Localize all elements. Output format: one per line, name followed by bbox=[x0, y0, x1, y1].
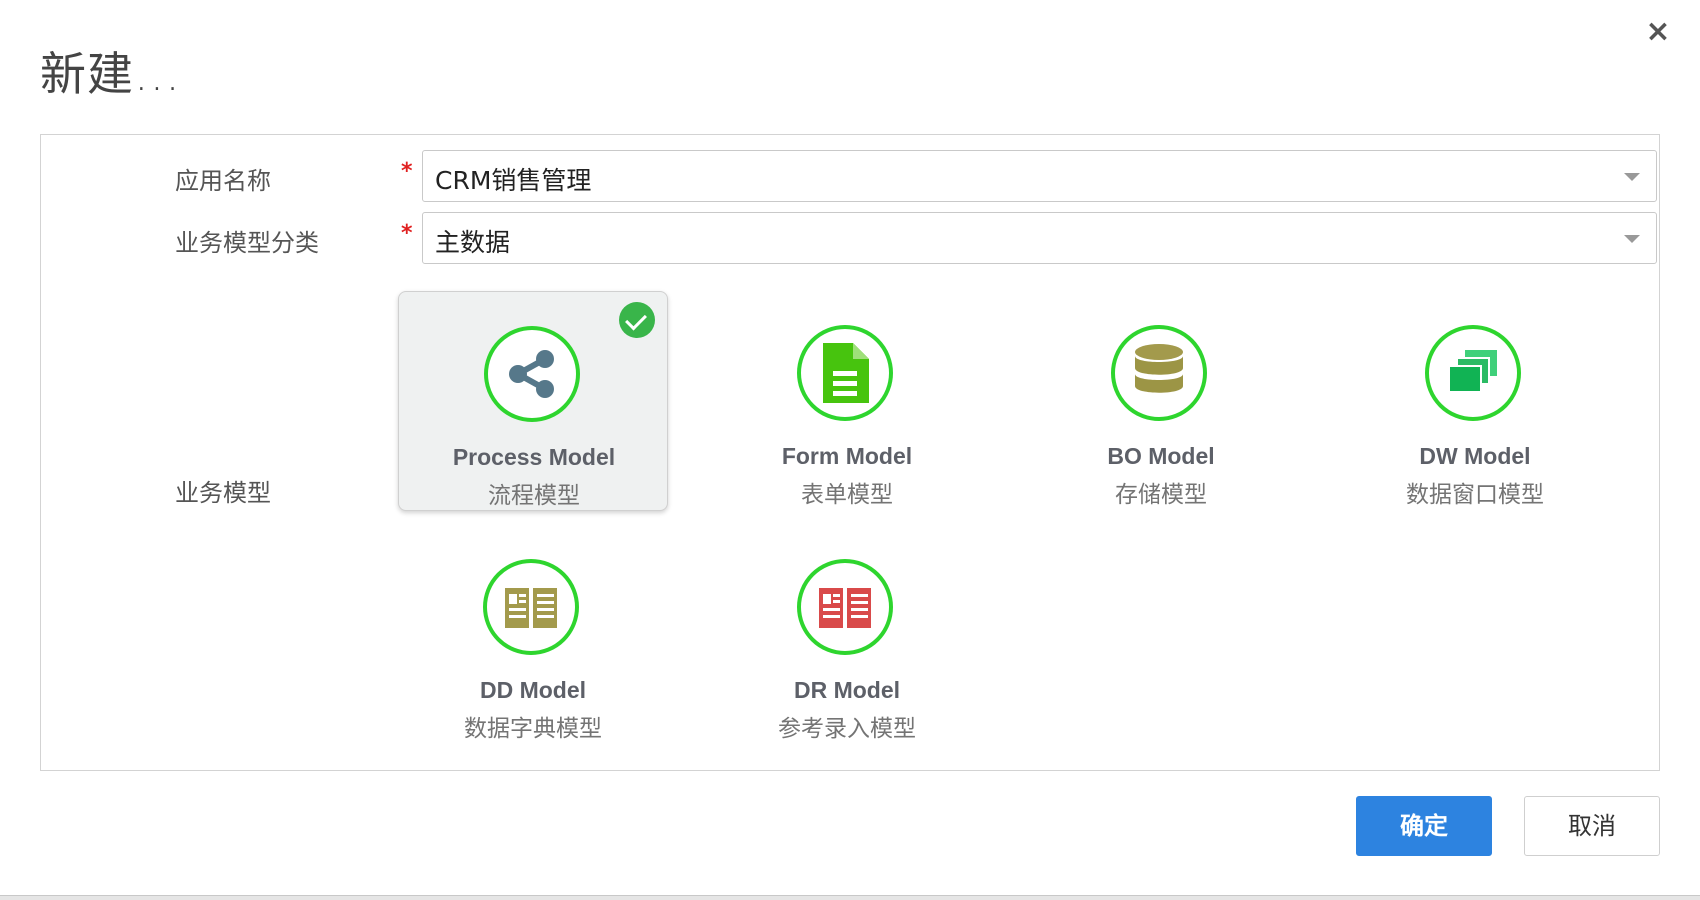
model-cn-name: 参考录入模型 bbox=[778, 716, 916, 742]
model-cn-name: 数据字典模型 bbox=[464, 716, 602, 742]
background-strip bbox=[0, 896, 1700, 900]
form-panel: 应用名称 * CRM销售管理 业务模型分类 * 主数据 业务模型 Process… bbox=[40, 134, 1660, 771]
close-icon[interactable]: × bbox=[1644, 17, 1672, 47]
required-mark: * bbox=[401, 159, 413, 184]
model-cn-name: 存储模型 bbox=[1115, 482, 1207, 508]
dialog-title: 新建... bbox=[40, 47, 181, 101]
windows-stack-icon bbox=[1425, 325, 1521, 421]
model-card-dd[interactable]: DD Model 数据字典模型 bbox=[398, 525, 668, 745]
model-name: DW Model bbox=[1419, 443, 1531, 469]
category-select[interactable]: 主数据 bbox=[422, 212, 1657, 264]
model-name: Process Model bbox=[452, 444, 616, 470]
chevron-down-icon bbox=[1624, 173, 1640, 181]
model-card-bo[interactable]: BO Model 存储模型 bbox=[1026, 291, 1296, 511]
model-name: BO Model bbox=[1107, 443, 1215, 469]
model-name: DD Model bbox=[479, 677, 587, 703]
chevron-down-icon bbox=[1624, 235, 1640, 243]
model-label: 业务模型 bbox=[175, 479, 271, 507]
required-mark: * bbox=[401, 221, 413, 246]
model-name: DR Model bbox=[793, 677, 901, 703]
model-card-dr[interactable]: DR Model 参考录入模型 bbox=[712, 525, 982, 745]
model-card-form[interactable]: Form Model 表单模型 bbox=[712, 291, 982, 511]
app-name-value: CRM销售管理 bbox=[435, 166, 592, 195]
new-dialog: 新建... × 应用名称 * CRM销售管理 业务模型分类 * 主数据 业务模型 bbox=[0, 0, 1700, 896]
database-icon bbox=[1111, 325, 1207, 421]
share-icon bbox=[484, 326, 580, 422]
cancel-button[interactable]: 取消 bbox=[1524, 796, 1660, 856]
checkmark-icon bbox=[619, 302, 655, 338]
confirm-button[interactable]: 确定 bbox=[1356, 796, 1492, 856]
app-name-label: 应用名称 bbox=[175, 167, 271, 195]
model-card-process[interactable]: Process Model 流程模型 bbox=[398, 291, 668, 511]
app-name-select[interactable]: CRM销售管理 bbox=[422, 150, 1657, 202]
open-book-red-icon bbox=[797, 559, 893, 655]
model-cn-name: 数据窗口模型 bbox=[1406, 482, 1544, 508]
category-value: 主数据 bbox=[435, 228, 511, 257]
category-label: 业务模型分类 bbox=[175, 229, 319, 257]
model-card-dw[interactable]: DW Model 数据窗口模型 bbox=[1340, 291, 1610, 511]
document-icon bbox=[797, 325, 893, 421]
model-cn-name: 表单模型 bbox=[801, 482, 893, 508]
model-cn-name: 流程模型 bbox=[488, 483, 580, 509]
model-name: Form Model bbox=[781, 443, 913, 469]
open-book-icon bbox=[483, 559, 579, 655]
